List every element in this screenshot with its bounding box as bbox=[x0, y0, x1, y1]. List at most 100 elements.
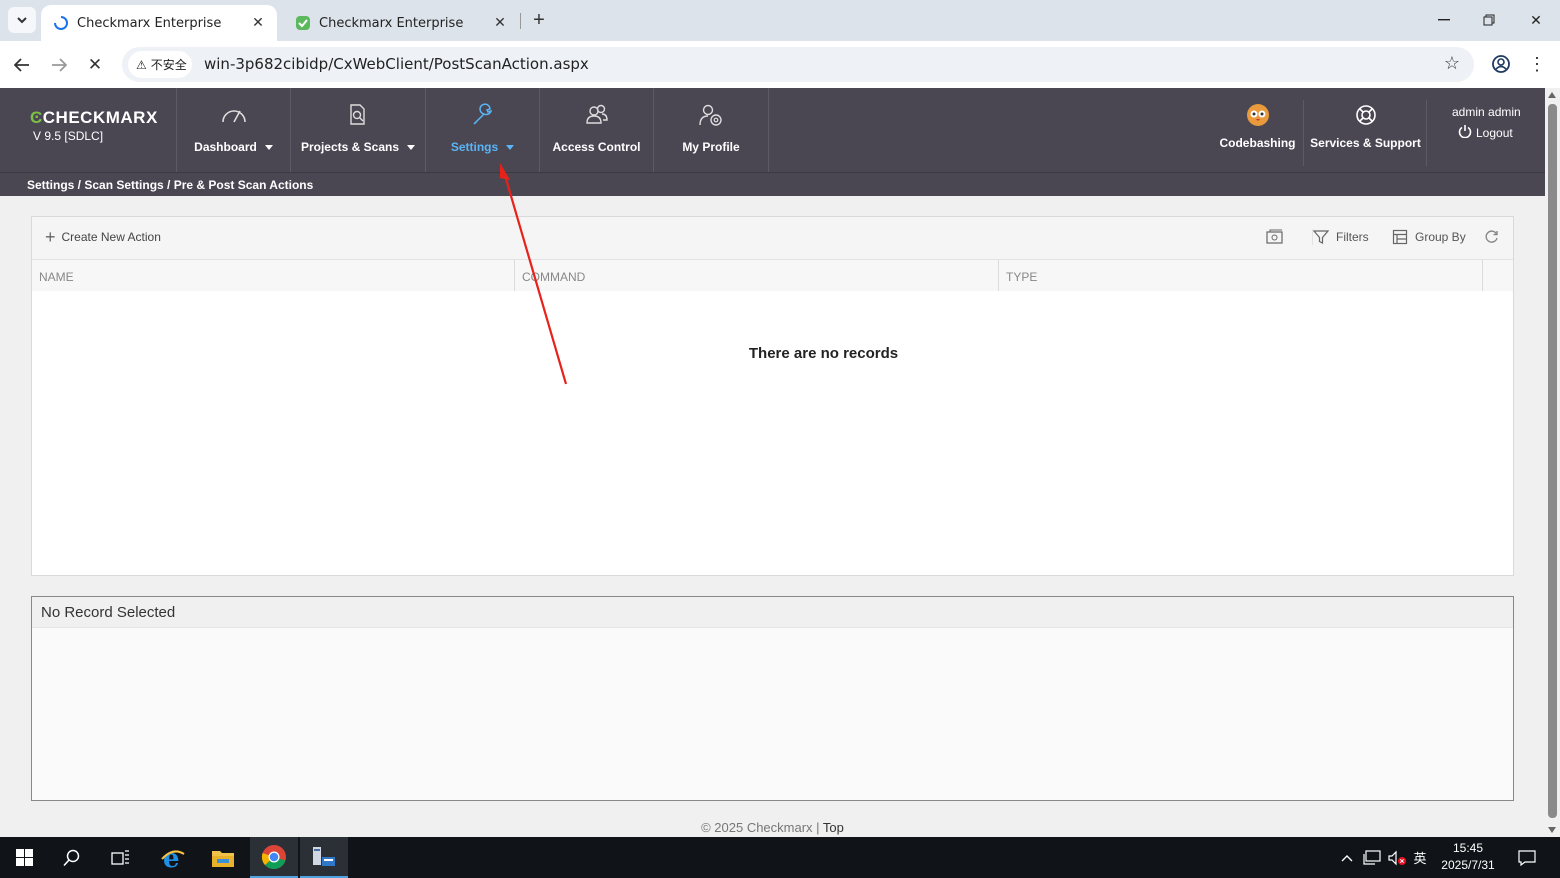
refresh-button[interactable] bbox=[1484, 229, 1506, 244]
document-search-icon bbox=[343, 102, 373, 128]
new-tab-button[interactable]: + bbox=[528, 9, 550, 31]
browser-tab-active[interactable]: Checkmarx Enterprise ✕ bbox=[41, 5, 277, 41]
server-manager-icon[interactable] bbox=[300, 837, 348, 878]
internet-explorer-icon[interactable]: e bbox=[149, 837, 197, 878]
checkmarx-favicon-icon bbox=[295, 15, 311, 31]
close-icon[interactable]: ✕ bbox=[247, 12, 269, 34]
back-icon[interactable] bbox=[8, 51, 36, 79]
breadcrumb: Settings / Scan Settings / Pre & Post Sc… bbox=[0, 172, 1545, 196]
top-link[interactable]: Top bbox=[823, 820, 844, 835]
search-icon[interactable] bbox=[48, 837, 96, 878]
codebashing-label: Codebashing bbox=[1219, 136, 1296, 150]
group-by-label: Group By bbox=[1415, 230, 1466, 244]
svg-text:e: e bbox=[163, 845, 180, 871]
browser-tab-strip: Checkmarx Enterprise ✕ Checkmarx Enterpr… bbox=[0, 0, 1560, 41]
nav-access-label: Access Control bbox=[552, 140, 641, 154]
restore-icon[interactable] bbox=[1474, 8, 1504, 32]
notification-center-icon[interactable] bbox=[1514, 837, 1540, 878]
clock-date: 2025/7/31 bbox=[1441, 858, 1495, 872]
create-label: Create New Action bbox=[61, 230, 161, 244]
volume-muted-icon[interactable] bbox=[1386, 837, 1408, 878]
empty-message: There are no records bbox=[748, 345, 899, 362]
profile-icon[interactable] bbox=[1488, 51, 1514, 77]
nav-dashboard[interactable]: Dashboard bbox=[176, 88, 291, 172]
user-name: admin admin bbox=[1452, 105, 1521, 119]
clock-time: 15:45 bbox=[1452, 841, 1484, 855]
windows-taskbar: e 英 15:45 2025/7/31 bbox=[0, 837, 1560, 878]
filters-label: Filters bbox=[1336, 230, 1369, 244]
scroll-up-arrow-icon[interactable] bbox=[1548, 92, 1556, 98]
browser-toolbar: ✕ ⚠ 不安全 win-3p682cibidp/CxWebClient/Post… bbox=[0, 41, 1560, 88]
bookmark-star-icon[interactable]: ☆ bbox=[1444, 53, 1460, 74]
logout-button[interactable]: Logout bbox=[1458, 124, 1513, 141]
caret-down-icon bbox=[264, 144, 273, 150]
task-view-icon[interactable] bbox=[97, 837, 145, 878]
column-chooser-icon bbox=[1266, 229, 1283, 244]
nav-settings[interactable]: Settings bbox=[426, 88, 540, 172]
column-header-command[interactable]: COMMAND bbox=[515, 260, 999, 291]
detail-title: No Record Selected bbox=[41, 604, 176, 621]
services-label: Services & Support bbox=[1310, 136, 1421, 150]
nav-settings-label: Settings bbox=[450, 140, 499, 154]
chrome-icon[interactable] bbox=[250, 837, 298, 878]
user-gear-icon bbox=[696, 102, 726, 128]
ime-indicator[interactable]: 英 bbox=[1411, 837, 1429, 878]
speedometer-icon bbox=[219, 102, 249, 128]
nav-projects-scans[interactable]: Projects & Scans bbox=[291, 88, 426, 172]
security-chip[interactable]: ⚠ 不安全 bbox=[128, 51, 192, 78]
create-new-action-button[interactable]: + Create New Action bbox=[45, 227, 161, 247]
nav-access-control[interactable]: Access Control bbox=[540, 88, 654, 172]
tray-overflow-chevron-icon[interactable] bbox=[1338, 837, 1356, 878]
codebashing-link[interactable]: Codebashing bbox=[1212, 100, 1304, 166]
copyright-text: © 2025 Checkmarx | bbox=[701, 820, 823, 835]
minimize-icon[interactable] bbox=[1429, 8, 1459, 32]
nav-profile-label: My Profile bbox=[682, 140, 740, 154]
wrench-icon bbox=[468, 102, 498, 128]
checkmarx-logo[interactable]: ϾCHECKMARX bbox=[30, 108, 158, 128]
chevron-down-icon bbox=[17, 17, 27, 24]
forward-icon[interactable] bbox=[45, 51, 73, 79]
address-bar[interactable]: ⚠ 不安全 win-3p682cibidp/CxWebClient/PostSc… bbox=[122, 47, 1474, 82]
close-window-icon[interactable]: ✕ bbox=[1521, 8, 1551, 32]
taskbar-clock[interactable]: 15:45 2025/7/31 bbox=[1430, 840, 1506, 874]
browser-tab[interactable]: Checkmarx Enterprise ✕ bbox=[283, 5, 519, 41]
version-label: V 9.5 [SDLC] bbox=[33, 129, 104, 143]
footer: © 2025 Checkmarx | Top bbox=[0, 820, 1545, 835]
filters-button[interactable]: Filters bbox=[1312, 229, 1369, 245]
column-header-type[interactable]: TYPE bbox=[999, 260, 1483, 291]
plus-icon: + bbox=[45, 227, 56, 247]
owl-icon bbox=[1245, 103, 1271, 132]
file-explorer-icon[interactable] bbox=[199, 837, 247, 878]
main-content: + Create New Action Filters Group By NAM… bbox=[0, 196, 1545, 837]
tab-title: Checkmarx Enterprise bbox=[77, 15, 222, 31]
loading-spinner-icon bbox=[53, 15, 69, 31]
actions-grid: + Create New Action Filters Group By NAM… bbox=[31, 216, 1514, 576]
scroll-down-arrow-icon[interactable] bbox=[1548, 827, 1556, 833]
browser-menu-icon[interactable]: ⋮ bbox=[1528, 52, 1546, 76]
logout-label: Logout bbox=[1476, 125, 1513, 140]
services-support-link[interactable]: Services & Support bbox=[1305, 100, 1427, 166]
column-chooser-button[interactable] bbox=[1266, 229, 1291, 245]
windows-start-icon[interactable] bbox=[0, 837, 48, 878]
group-by-icon bbox=[1392, 229, 1408, 245]
stop-loading-icon[interactable]: ✕ bbox=[81, 51, 109, 79]
column-header-name[interactable]: NAME bbox=[32, 260, 515, 291]
close-icon[interactable]: ✕ bbox=[489, 12, 511, 34]
caret-down-icon bbox=[407, 144, 416, 150]
group-by-button[interactable]: Group By bbox=[1392, 229, 1466, 245]
url-text[interactable]: win-3p682cibidp/CxWebClient/PostScanActi… bbox=[204, 55, 589, 73]
nav-my-profile[interactable]: My Profile bbox=[654, 88, 769, 172]
warning-icon: ⚠ bbox=[136, 57, 147, 72]
security-label: 不安全 bbox=[150, 58, 187, 72]
scrollbar-thumb[interactable] bbox=[1548, 104, 1557, 818]
tab-search-button[interactable] bbox=[8, 7, 36, 33]
power-icon bbox=[1458, 124, 1472, 141]
page-scrollbar[interactable] bbox=[1545, 88, 1560, 837]
caret-down-icon bbox=[506, 144, 515, 150]
tab-title: Checkmarx Enterprise bbox=[319, 15, 464, 31]
tab-separator bbox=[520, 13, 521, 29]
app-header: ϾCHECKMARX V 9.5 [SDLC] Dashboard Projec… bbox=[0, 88, 1545, 172]
network-icon[interactable] bbox=[1362, 837, 1382, 878]
lifebuoy-icon bbox=[1354, 103, 1378, 132]
breadcrumb-text: Settings / Scan Settings / Pre & Post Sc… bbox=[27, 178, 314, 192]
